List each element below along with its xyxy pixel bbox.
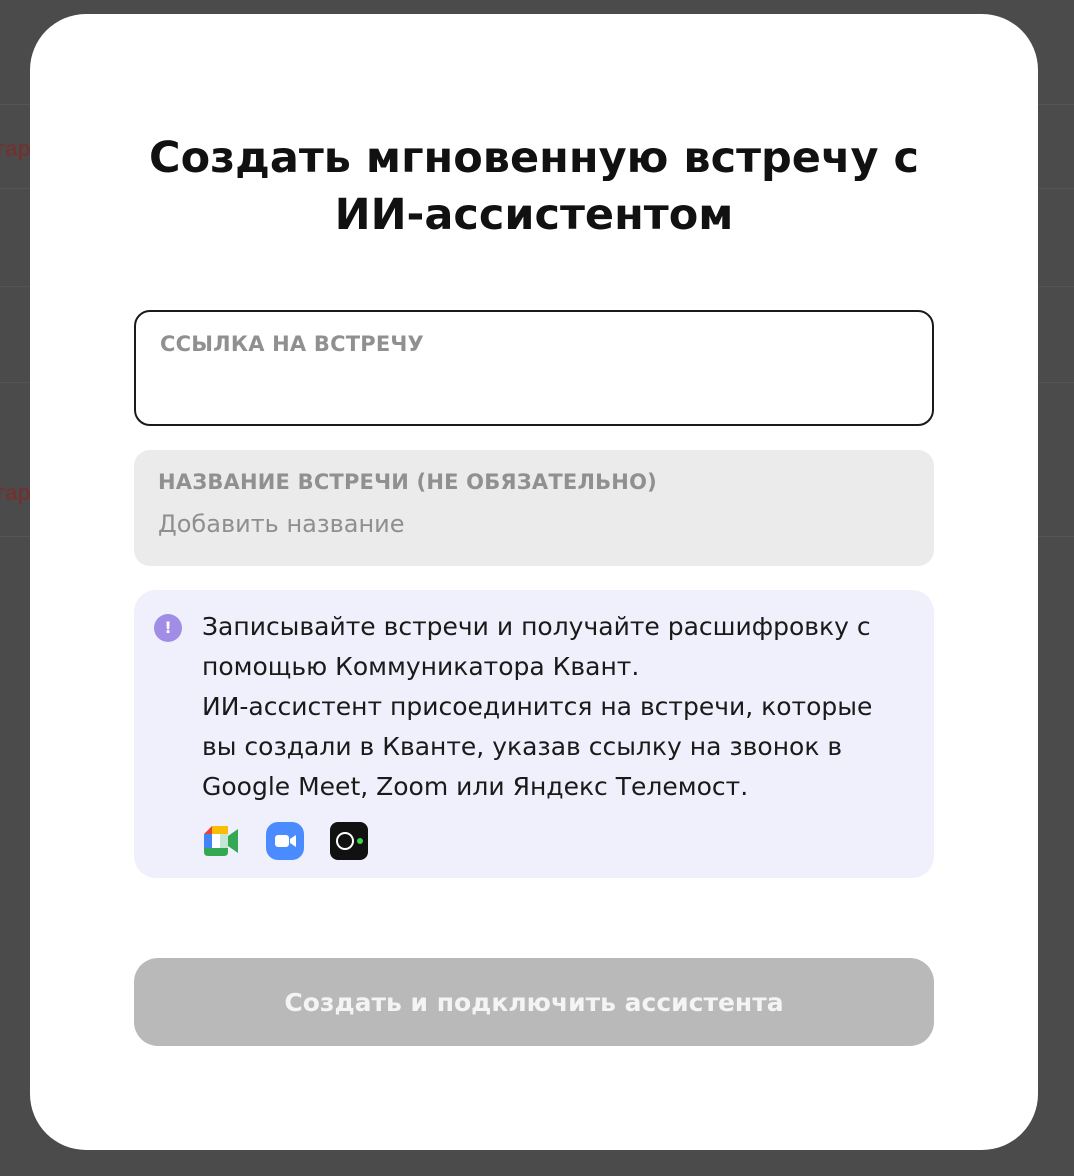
meeting-name-input[interactable]	[158, 508, 910, 540]
google-meet-icon	[202, 822, 240, 860]
meeting-name-label: НАЗВАНИЕ ВСТРЕЧИ (НЕ ОБЯЗАТЕЛЬНО)	[158, 470, 657, 494]
meeting-link-label: ССЫЛКА НА ВСТРЕЧУ	[160, 332, 424, 356]
info-text: Записывайте встречи и получайте расшифро…	[202, 607, 914, 807]
service-icons	[202, 822, 368, 860]
background-label: гар	[0, 136, 30, 161]
meeting-name-field[interactable]: НАЗВАНИЕ ВСТРЕЧИ (НЕ ОБЯЗАТЕЛЬНО)	[134, 450, 934, 566]
info-paragraph-2: ИИ-ассистент присоединится на встречи, к…	[202, 692, 873, 801]
modal-title: Создать мгновенную встречу с ИИ-ассистен…	[30, 130, 1038, 244]
modal-title-line1: Создать мгновенную встречу с	[149, 133, 919, 183]
yandex-telemost-icon	[330, 822, 368, 860]
info-paragraph-1: Записывайте встречи и получайте расшифро…	[202, 612, 871, 681]
background-label: гар	[0, 480, 30, 505]
create-meeting-modal: Создать мгновенную встречу с ИИ-ассистен…	[30, 14, 1038, 1150]
meeting-link-input[interactable]	[160, 368, 908, 400]
info-panel: ! Записывайте встречи и получайте расшиф…	[134, 590, 934, 878]
modal-title-line2: ИИ-ассистентом	[334, 190, 734, 240]
exclamation-icon: !	[154, 614, 182, 642]
zoom-icon	[266, 822, 304, 860]
meeting-link-field[interactable]: ССЫЛКА НА ВСТРЕЧУ	[134, 310, 934, 426]
create-and-connect-button[interactable]: Создать и подключить ассистента	[134, 958, 934, 1046]
